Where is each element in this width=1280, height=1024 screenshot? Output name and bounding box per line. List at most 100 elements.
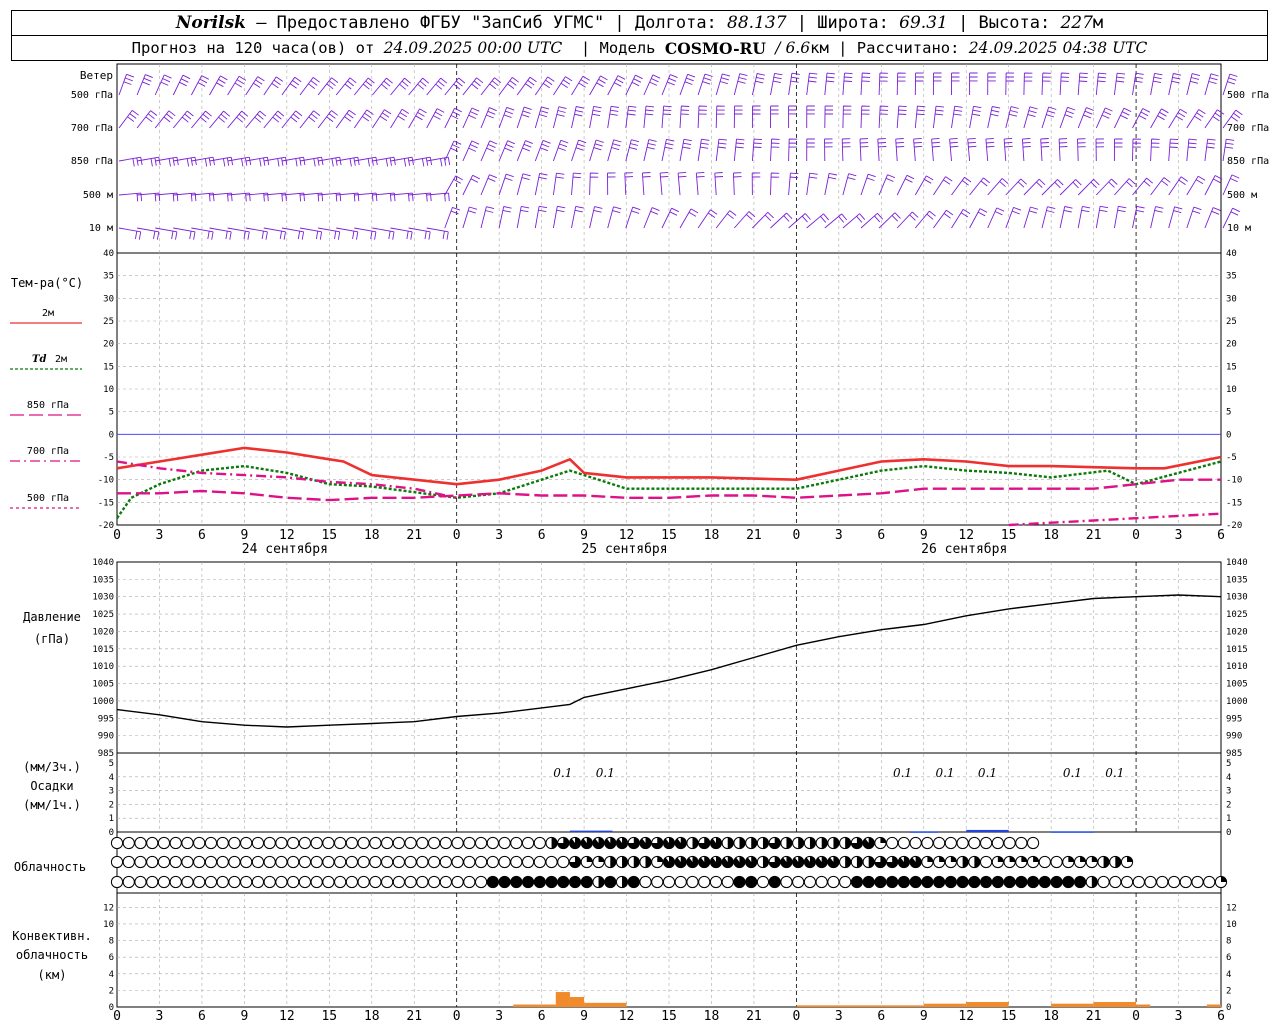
- cloud-fill-middle: [816, 856, 828, 868]
- convective-tick-label-left: 12: [103, 903, 114, 913]
- wind-barb: [390, 192, 414, 202]
- x-tick-label-bottom: 18: [704, 1009, 720, 1024]
- cloud-fill-middle: [745, 856, 757, 868]
- cloud-fill-high: [551, 837, 558, 849]
- cloud-symbol-high: [980, 836, 993, 850]
- wind-barb: [607, 206, 622, 229]
- wind-level-label-right: 500 м: [1227, 190, 1257, 201]
- wind-barb: [1168, 206, 1183, 229]
- x-tick-label-bottom: 0: [113, 1009, 121, 1024]
- wind-barb: [118, 227, 142, 240]
- wind-barb: [589, 75, 608, 96]
- wind-barb: [335, 109, 356, 129]
- wind-barb: [1041, 72, 1051, 96]
- wind-barb: [860, 212, 884, 229]
- wind-barb: [1021, 138, 1031, 162]
- cloud-fill-high: [798, 837, 804, 849]
- cloud-fill-middle: [804, 856, 816, 868]
- cloud-fill-middle: [974, 856, 980, 868]
- wind-barb: [589, 105, 602, 129]
- cloud-fill-low: [498, 876, 511, 888]
- pressure-tick-label-left: 1020: [92, 627, 114, 637]
- precip-tick-label-left: 1: [109, 814, 114, 824]
- x-tick-label: 15: [321, 528, 337, 543]
- wind-barb: [1113, 205, 1127, 229]
- cloud-symbol-low: [322, 875, 335, 889]
- wind-barb: [263, 110, 285, 129]
- cloud-symbol-low: [416, 875, 429, 889]
- wind-barb: [1186, 206, 1202, 229]
- wind-barb: [1204, 138, 1216, 162]
- temperature-tick-label-left: 40: [103, 249, 114, 259]
- wind-barb: [1041, 106, 1057, 129]
- cloud-symbol-high: [909, 836, 922, 850]
- cloud-symbol-high: [157, 836, 171, 850]
- x-tick-label-bottom: 9: [240, 1009, 248, 1024]
- wind-barb: [643, 105, 655, 129]
- wind-barb: [625, 74, 643, 96]
- precip-tick-label-right: 4: [1226, 773, 1231, 783]
- wind-barb: [136, 110, 158, 129]
- wind-barb: [227, 192, 251, 202]
- cloud-symbol-low: [709, 875, 723, 889]
- cloud-fill-high: [762, 837, 769, 849]
- x-tick-label: 9: [920, 528, 928, 543]
- wind-barb: [661, 74, 678, 96]
- temperature-panel-title: Тем-ра(°C): [11, 276, 83, 290]
- cloud-symbol-middle: [157, 855, 171, 869]
- cloud-fill-high: [809, 837, 816, 849]
- wind-barb: [896, 72, 906, 96]
- wind-barb: [625, 139, 640, 162]
- cloud-symbol-low: [439, 875, 452, 889]
- wind-barb: [967, 137, 977, 162]
- cloud-fill-middle: [1127, 856, 1133, 862]
- convective-bar: [569, 997, 585, 1007]
- temperature-tick-label-right: -15: [1226, 498, 1242, 508]
- wind-barb: [1186, 73, 1201, 96]
- x-tick-label-bottom: 0: [1132, 1009, 1140, 1024]
- x-tick-label: 0: [453, 528, 461, 543]
- wind-barb: [913, 137, 923, 162]
- wind-barb: [969, 72, 978, 95]
- x-tick-label-bottom: 12: [619, 1009, 635, 1024]
- cloud-symbol-high: [345, 836, 358, 850]
- wind-barb: [245, 76, 265, 96]
- wind-barb: [733, 73, 748, 96]
- convective-tick-label-right: 12: [1226, 903, 1237, 913]
- cloud-fill-low: [745, 876, 757, 888]
- cloud-fill-high: [845, 837, 851, 849]
- cloud-symbol-low: [134, 875, 147, 889]
- wind-barb: [1005, 72, 1015, 96]
- cloud-symbol-middle: [439, 855, 452, 869]
- precip-tick-label-left: 4: [109, 773, 114, 783]
- cloud-symbol-high: [944, 836, 957, 850]
- temperature-tick-label-right: 5: [1226, 408, 1231, 418]
- wind-barb: [408, 77, 430, 96]
- wind-barb: [985, 137, 995, 162]
- precip-tick-label-right: 3: [1226, 787, 1231, 797]
- wind-barb: [878, 212, 901, 229]
- cloud-symbol-middle: [1038, 855, 1051, 869]
- wind-barb: [1150, 206, 1164, 229]
- cloud-fill-low: [604, 876, 616, 888]
- wind-barb: [914, 72, 924, 96]
- wind-barb: [659, 171, 669, 196]
- cloud-fill-middle: [657, 856, 663, 862]
- cloud-symbol-low: [240, 875, 253, 889]
- wind-barb: [444, 206, 461, 229]
- wind-barb: [1095, 107, 1113, 129]
- wind-barb: [715, 73, 731, 96]
- wind-barb: [281, 76, 302, 96]
- cloud-symbol-high: [287, 836, 300, 850]
- cloud-fill-low: [1050, 876, 1063, 888]
- cloud-symbol-low: [451, 875, 464, 889]
- cloud-symbol-high: [1026, 836, 1040, 850]
- cloud-fill-low: [863, 876, 875, 888]
- convective-bar: [1136, 1004, 1151, 1007]
- wind-barb: [353, 77, 375, 96]
- x-tick-label: 3: [495, 528, 503, 543]
- wind-barb: [641, 172, 651, 196]
- temperature-tick-label-right: 40: [1226, 249, 1237, 259]
- cloud-symbol-high: [263, 836, 276, 850]
- wind-barb: [1204, 207, 1221, 229]
